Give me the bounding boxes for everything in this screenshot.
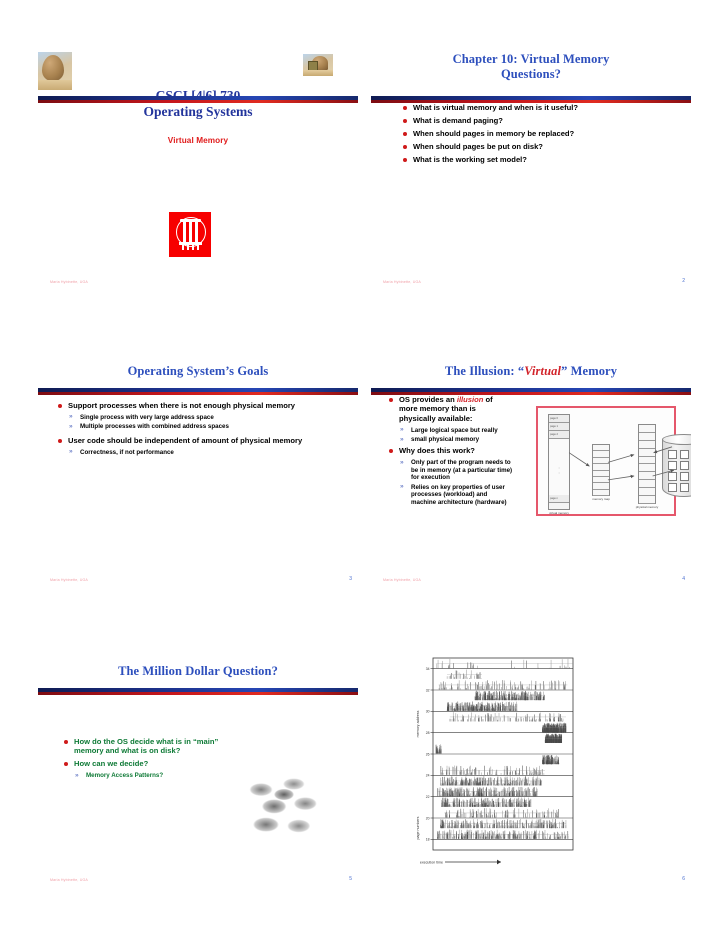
course-title: CSCI [4|6] 730 Operating Systems: [38, 88, 358, 120]
slide-number: 6: [682, 876, 685, 882]
slide-illusion: The Illusion: “Virtual” Memory OS provid…: [371, 348, 691, 590]
slide-locality-chart: 18 20 22 24 26 28 30 32 34 memory address page n…: [371, 648, 691, 890]
sub-bullet-item: Large logical space but really: [387, 426, 513, 435]
slide-footer: Maria Hybinette, UGA: [383, 578, 421, 582]
bullet-item: OS provides an illusion of more memory t…: [387, 395, 513, 424]
slide-os-goals: Operating System’s Goals Support process…: [38, 348, 358, 590]
sub-bullet-item: Single process with very large address s…: [56, 413, 350, 422]
chart-ytick-label: 28: [426, 731, 430, 735]
title-divider: [38, 688, 358, 695]
bullet-item: What is virtual memory and when is it us…: [401, 103, 683, 113]
chart-xlabel: execution time: [420, 861, 443, 865]
bullet-item: User code should be independent of amoun…: [56, 436, 350, 446]
banner-image-right: [303, 54, 333, 76]
chart-ytick-label: 26: [426, 752, 430, 756]
memory-reference-chart: 18 20 22 24 26 28 30 32 34 memory address page n…: [405, 652, 583, 874]
slide-heading-emphasis: Virtual: [524, 364, 562, 378]
slide-heading: The Million Dollar Question?: [118, 664, 278, 678]
slide-title: CSCI [4|6] 730 Operating Systems Virtual…: [38, 50, 358, 292]
diagram-label-physical-memory: physical memory: [635, 505, 659, 509]
slide-footer: Maria Hybinette, UGA: [50, 280, 88, 284]
bullet-item: How do the OS decide what is in “main” m…: [62, 737, 230, 756]
sub-bullet-item: Memory Access Patterns?: [62, 772, 230, 780]
slide-number: 5: [349, 876, 352, 882]
bullet-item: Why does this work?: [387, 446, 513, 456]
slide-footer: Maria Hybinette, UGA: [50, 578, 88, 582]
money-pile-image: [243, 770, 325, 840]
virtual-memory-diagram: page 0 page 1 page 2 : : page n virtual …: [536, 406, 691, 516]
slide-number: 3: [349, 576, 352, 582]
slide-heading: The Illusion: “Virtual” Memory: [371, 348, 691, 379]
slide-heading-line1: Chapter 10: Virtual Memory: [452, 52, 610, 66]
slide-questions: Chapter 10: Virtual Memory Questions? Wh…: [371, 50, 691, 292]
bullet-item: What is the working set model?: [401, 155, 683, 165]
title-divider: [371, 96, 691, 103]
title-divider: [38, 388, 358, 395]
slide-footer: Maria Hybinette, UGA: [50, 878, 88, 882]
chart-ytick-label: 22: [426, 795, 430, 799]
chart-svg: 18 20 22 24 26 28 30 32 34 memory address page n…: [416, 657, 574, 865]
banner-image-left: [38, 52, 72, 90]
diagram-label-virtual-memory: virtual memory: [549, 511, 569, 515]
chart-ytick-label: 32: [426, 688, 430, 692]
sub-bullet-item: Correctness, if not performance: [56, 448, 350, 457]
sub-bullet-item: small physical memory: [387, 436, 513, 444]
uga-arch-logo-icon: [169, 212, 211, 257]
sub-bullet-item: Relies on key properties of user process…: [387, 483, 513, 507]
bullet-text-before: OS provides an: [399, 394, 457, 404]
slide-number: 4: [682, 576, 685, 582]
course-subtitle: Virtual Memory: [167, 136, 229, 145]
slide-heading: Operating System’s Goals: [127, 364, 269, 378]
chart-ytick-label: 30: [426, 710, 430, 714]
slide-number: 2: [682, 278, 685, 284]
bullet-list: OS provides an illusion of more memory t…: [371, 379, 521, 507]
title-divider: [38, 96, 358, 103]
slide-heading-suffix: ” Memory: [561, 364, 618, 378]
slide-heading-prefix: The Illusion: “: [444, 364, 525, 378]
chart-ytick-label: 18: [426, 838, 430, 842]
slide-heading: Chapter 10: Virtual Memory Questions?: [371, 50, 691, 81]
sub-bullet-item: Only part of the program needs to be in …: [387, 459, 513, 482]
bullet-item: How can we decide?: [62, 759, 230, 769]
bullet-item: Support processes when there is not enou…: [56, 401, 350, 411]
slide-heading-line2: Questions?: [500, 66, 562, 81]
bullet-emphasis: illusion: [456, 394, 484, 404]
bullet-list: What is virtual memory and when is it us…: [371, 81, 691, 165]
chart-ylabel-secondary: page numbers: [416, 816, 420, 839]
slide-footer: Maria Hybinette, UGA: [383, 280, 421, 284]
bullet-item: What is demand paging?: [401, 116, 683, 126]
chart-ytick-label: 20: [426, 816, 430, 820]
bullet-item: When should pages be put on disk?: [401, 142, 683, 152]
bullet-item: When should pages in memory be replaced?: [401, 129, 683, 139]
diagram-label-memory-map: memory map: [592, 497, 610, 501]
handout-page: CSCI [4|6] 730 Operating Systems Virtual…: [0, 0, 720, 932]
slide-million-dollar-question: The Million Dollar Question? How do the …: [38, 648, 358, 890]
chart-ylabel: memory address: [416, 710, 420, 737]
chart-ytick-label: 34: [426, 667, 430, 671]
chart-ytick-label: 24: [426, 774, 430, 778]
sub-bullet-item: Multiple processes with combined address…: [56, 423, 350, 431]
course-title-line2: Operating Systems: [143, 104, 253, 119]
